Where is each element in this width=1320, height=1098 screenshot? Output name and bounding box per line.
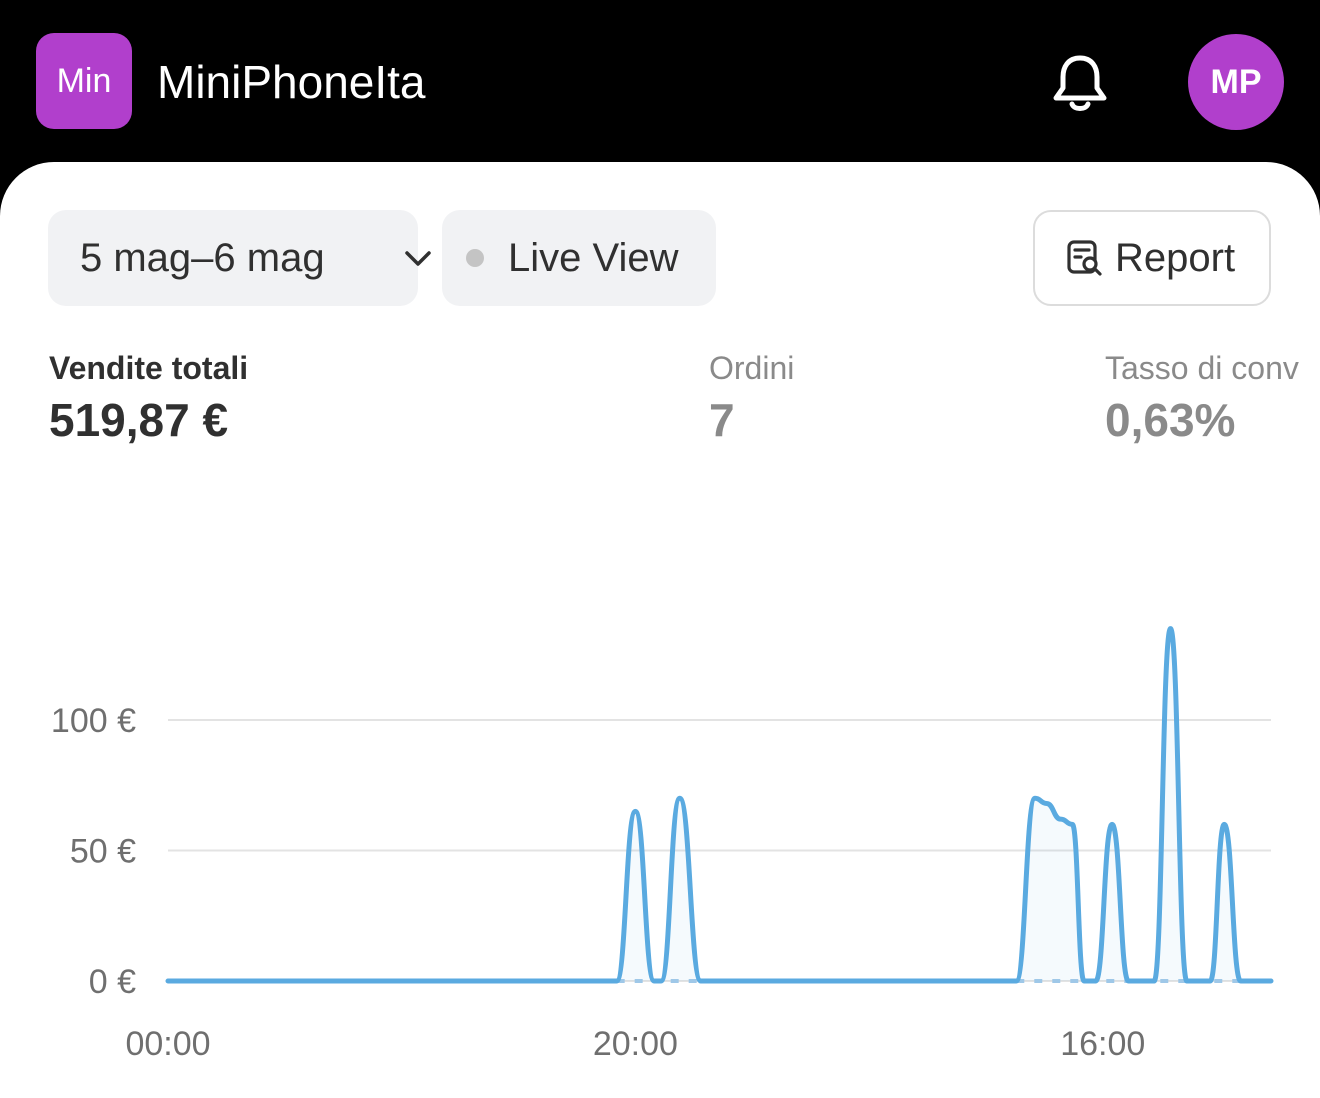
y-tick-label: 50 €	[70, 833, 136, 871]
y-tick-label: 100 €	[51, 702, 136, 740]
y-tick-label: 0 €	[89, 963, 136, 1001]
x-tick-label: 16:00	[1060, 1025, 1145, 1063]
analytics-panel: 5 mag–6 mag Live View Report Vendite tot…	[0, 162, 1320, 1098]
avatar[interactable]: MP	[1188, 34, 1284, 130]
bell-icon[interactable]	[1046, 48, 1114, 116]
store-logo[interactable]: Min	[36, 33, 132, 129]
x-tick-label: 20:00	[593, 1025, 678, 1063]
store-name[interactable]: MiniPhoneIta	[157, 52, 426, 112]
sales-chart: 0 € 50 € 100 € 00:00 20:00 16:00	[51, 626, 1274, 1063]
top-bar: Min MiniPhoneIta MP	[0, 0, 1320, 162]
x-tick-label: 00:00	[125, 1025, 210, 1063]
series-area	[168, 628, 1271, 981]
